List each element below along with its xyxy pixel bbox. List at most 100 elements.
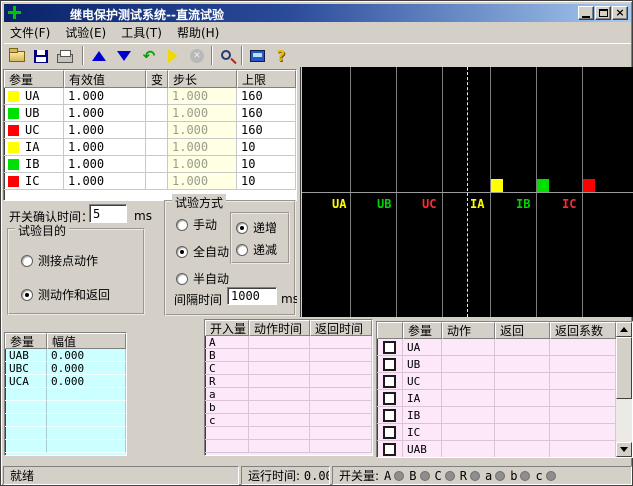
step-cell[interactable]: 1.000 <box>168 139 237 156</box>
switch-confirm-unit: ms <box>134 209 152 223</box>
step-up-button[interactable] <box>88 46 110 66</box>
step-cell[interactable]: 1.000 <box>168 173 237 190</box>
value-cell[interactable]: 1.000 <box>64 139 146 156</box>
radio-action-return[interactable]: 测动作和返回 <box>21 286 110 303</box>
table-row[interactable]: R <box>205 375 372 388</box>
menu-file[interactable]: 文件(F) <box>10 24 50 41</box>
table-row: IC 1.000 1.000 10 <box>4 173 296 190</box>
limit-cell[interactable]: 10 <box>237 139 296 156</box>
action-cell <box>442 373 495 390</box>
param-name-cell[interactable]: UA <box>4 88 64 105</box>
vertical-scrollbar[interactable] <box>616 322 632 457</box>
value-cell[interactable]: 1.000 <box>64 105 146 122</box>
close-icon: × <box>615 8 624 18</box>
variable-cell[interactable] <box>146 173 168 190</box>
table-row[interactable]: A <box>205 336 372 349</box>
switch-indicator-icon <box>470 471 480 481</box>
row-checkbox[interactable] <box>383 358 396 371</box>
undo-button[interactable]: ↶ <box>138 46 160 66</box>
step-cell[interactable]: 1.000 <box>168 122 237 139</box>
switch-confirm-input[interactable] <box>89 204 127 223</box>
menu-tools[interactable]: 工具(T) <box>121 24 162 41</box>
row-checkbox[interactable] <box>383 426 396 439</box>
table-row[interactable]: b <box>205 401 372 414</box>
table-row[interactable]: C <box>205 362 372 375</box>
table-row: UC <box>377 373 616 390</box>
splitter[interactable] <box>297 67 301 317</box>
table-row[interactable]: a <box>205 388 372 401</box>
limit-cell[interactable]: 10 <box>237 156 296 173</box>
return-time-cell <box>310 349 372 362</box>
help-button[interactable]: ? <box>270 46 292 66</box>
param-name-cell[interactable]: IC <box>4 173 64 190</box>
variable-cell[interactable] <box>146 122 168 139</box>
print-button[interactable] <box>54 46 76 66</box>
radio-semi-auto[interactable]: 半自动 <box>176 270 229 287</box>
row-checkbox[interactable] <box>383 392 396 405</box>
row-checkbox[interactable] <box>383 341 396 354</box>
empty-row <box>5 427 126 440</box>
radio-manual[interactable]: 手动 <box>176 216 217 233</box>
variable-cell[interactable] <box>146 139 168 156</box>
action-time-cell <box>249 414 310 427</box>
toolbar-separator <box>211 46 213 65</box>
table-row[interactable]: UBC 0.000 <box>5 362 126 375</box>
table-row[interactable]: UCA 0.000 <box>5 375 126 388</box>
limit-cell[interactable]: 160 <box>237 88 296 105</box>
print-icon <box>57 54 73 63</box>
zoom-button[interactable] <box>216 46 238 66</box>
radio-decrease[interactable]: 递减 <box>236 241 277 258</box>
digital-input-table: 开入量 动作时间 返回时间 A B C R a b c <box>204 319 373 456</box>
step-down-button[interactable] <box>113 46 135 66</box>
minimize-button[interactable] <box>578 6 594 20</box>
param-name-cell[interactable]: UB <box>4 105 64 122</box>
step-cell[interactable]: 1.000 <box>168 105 237 122</box>
action-time-cell <box>249 362 310 375</box>
value-cell[interactable]: 1.000 <box>64 88 146 105</box>
scroll-up-button[interactable] <box>616 322 632 337</box>
radio-contact-action[interactable]: 测接点动作 <box>21 252 98 269</box>
param-name-cell[interactable]: IA <box>4 139 64 156</box>
empty-row <box>205 440 372 453</box>
table-row[interactable]: B <box>205 349 372 362</box>
maximize-button[interactable] <box>595 6 611 20</box>
value-cell[interactable]: 1.000 <box>64 156 146 173</box>
table-row[interactable]: UAB 0.000 <box>5 349 126 362</box>
table-header-row: 参量 有效值 变 步长 上限 <box>4 70 296 88</box>
limit-cell[interactable]: 160 <box>237 105 296 122</box>
step-cell[interactable]: 1.000 <box>168 156 237 173</box>
row-checkbox[interactable] <box>383 443 396 456</box>
table-row: UB 1.000 1.000 160 <box>4 105 296 122</box>
param-name-cell[interactable]: IB <box>4 156 64 173</box>
param-name-cell: UCA <box>5 375 47 388</box>
close-button[interactable]: × <box>612 6 628 20</box>
limit-cell[interactable]: 10 <box>237 173 296 190</box>
value-cell[interactable]: 1.000 <box>64 173 146 190</box>
param-name-cell: UAB <box>403 441 442 458</box>
table-row[interactable]: c <box>205 414 372 427</box>
open-button[interactable] <box>6 46 28 66</box>
menu-test[interactable]: 试验(E) <box>65 24 106 41</box>
menu-help[interactable]: 帮助(H) <box>177 24 219 41</box>
start-button[interactable] <box>162 46 184 66</box>
radio-increase[interactable]: 递增 <box>236 219 277 236</box>
scrollbar-thumb[interactable] <box>616 337 632 399</box>
panel-button[interactable] <box>246 46 268 66</box>
variable-cell[interactable] <box>146 88 168 105</box>
column-header: 动作时间 <box>249 320 310 336</box>
step-cell[interactable]: 1.000 <box>168 88 237 105</box>
title-bar[interactable]: 继电保护测试系统--直流试验 × <box>4 4 631 22</box>
save-button[interactable] <box>30 46 52 66</box>
radio-full-auto[interactable]: 全自动 <box>176 243 229 260</box>
variable-cell[interactable] <box>146 156 168 173</box>
value-cell[interactable]: 1.000 <box>64 122 146 139</box>
row-checkbox[interactable] <box>383 375 396 388</box>
param-name-cell: UAB <box>5 349 47 362</box>
variable-cell[interactable] <box>146 105 168 122</box>
row-checkbox[interactable] <box>383 409 396 422</box>
interval-input[interactable] <box>227 287 277 305</box>
param-name-cell[interactable]: UC <box>4 122 64 139</box>
scroll-down-button[interactable] <box>616 442 632 457</box>
action-time-cell <box>249 349 310 362</box>
limit-cell[interactable]: 160 <box>237 122 296 139</box>
